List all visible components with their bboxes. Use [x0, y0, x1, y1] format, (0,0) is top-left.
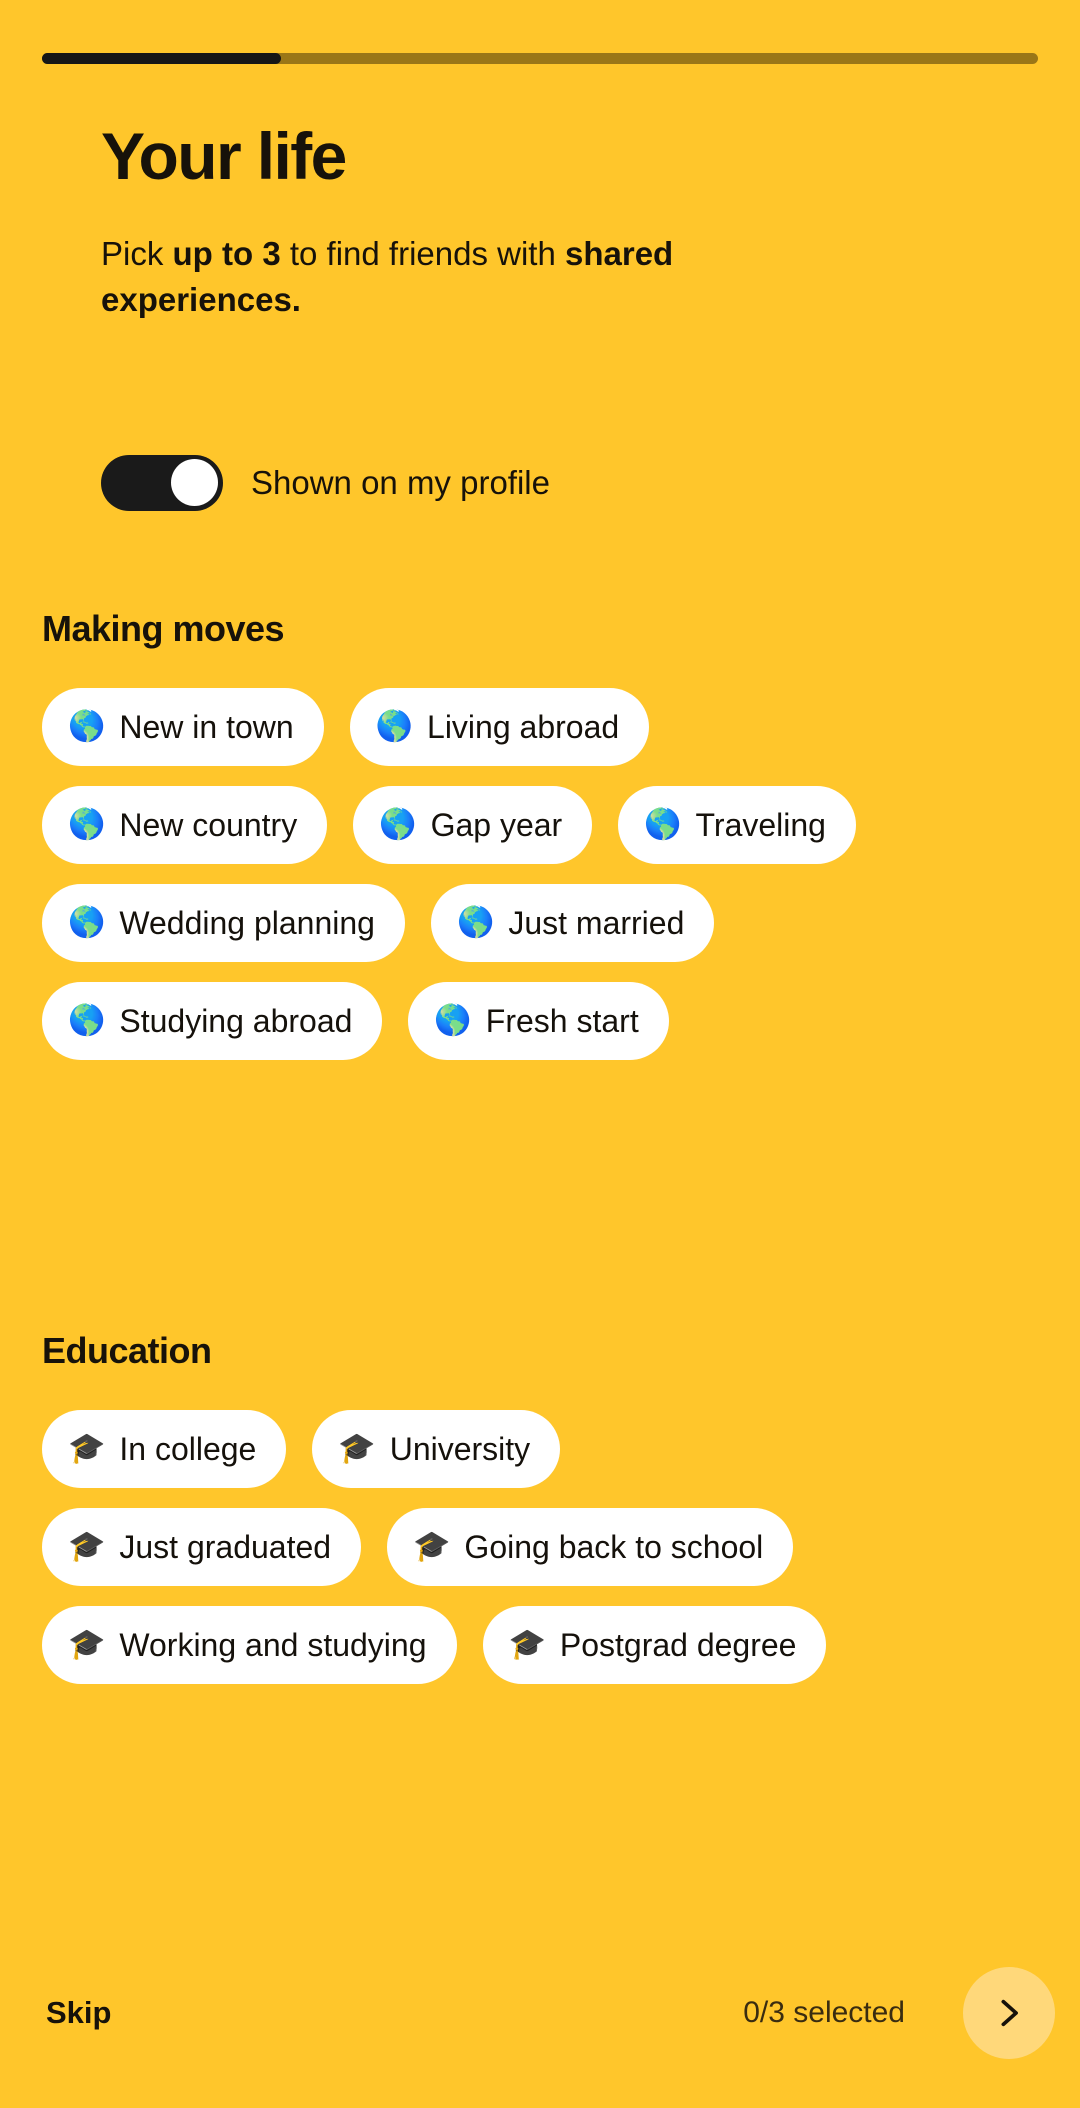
chip-label: Postgrad degree — [559, 1627, 797, 1663]
chip-label: Just graduated — [119, 1529, 332, 1565]
skip-button[interactable]: Skip — [40, 1985, 117, 2041]
chip-label: Wedding planning — [119, 905, 375, 941]
chip-living-abroad[interactable]: 🌎 Living abroad — [349, 688, 650, 766]
chip-studying-abroad[interactable]: 🌎 Studying abroad — [42, 982, 383, 1060]
globe-americas-icon: 🌎 — [68, 1004, 106, 1037]
chip-row: 🎓 Working and studying 🎓 Postgrad degree — [0, 1606, 1080, 1684]
chip-just-married[interactable]: 🌎 Just married — [430, 884, 715, 962]
chip-label: Traveling — [695, 807, 826, 843]
onboarding-progress-bar — [42, 53, 1038, 64]
header: Your life Pick up to 3 to find friends w… — [101, 119, 1040, 322]
shown-on-profile-toggle[interactable] — [101, 455, 223, 511]
selection-counter: 0/3 selected — [743, 1996, 905, 2029]
progress-fill — [42, 53, 282, 64]
chip-row: 🌎 Studying abroad 🌎 Fresh start — [0, 982, 1080, 1060]
chip-label: Studying abroad — [119, 1003, 353, 1039]
chip-new-country[interactable]: 🌎 New country — [42, 786, 328, 864]
chip-traveling[interactable]: 🌎 Traveling — [618, 786, 856, 864]
bottom-bar: Skip 0/3 selected — [0, 1918, 1080, 2108]
section-title-making-moves: Making moves — [42, 608, 285, 649]
section-making-moves: Making moves 🌎 New in town 🌎 Living abro… — [0, 608, 1080, 1060]
chip-wedding-planning[interactable]: 🌎 Wedding planning — [42, 884, 405, 962]
subtitle-text-1: Pick — [101, 235, 173, 273]
shown-on-profile-label: Shown on my profile — [251, 464, 550, 501]
chip-new-in-town[interactable]: 🌎 New in town — [42, 688, 324, 766]
chip-label: In college — [119, 1431, 257, 1467]
page-subtitle: Pick up to 3 to find friends with shared… — [101, 231, 741, 322]
section-title-education: Education — [42, 1330, 212, 1371]
next-button[interactable] — [963, 1967, 1055, 2059]
page-title: Your life — [101, 119, 347, 193]
globe-americas-icon: 🌎 — [456, 906, 495, 939]
globe-americas-icon: 🌎 — [68, 808, 106, 841]
chip-fresh-start[interactable]: 🌎 Fresh start — [408, 982, 669, 1060]
graduation-cap-icon: 🎓 — [508, 1628, 546, 1661]
chip-row: 🌎 New country 🌎 Gap year 🌎 Traveling — [0, 786, 1080, 864]
chip-row: 🌎 New in town 🌎 Living abroad — [0, 688, 1080, 766]
chip-label: Gap year — [430, 807, 563, 843]
globe-americas-icon: 🌎 — [68, 906, 106, 939]
chip-row: 🎓 Just graduated 🎓 Going back to school — [0, 1508, 1080, 1586]
globe-americas-icon: 🌎 — [375, 710, 414, 743]
profile-visibility-row[interactable]: Shown on my profile — [101, 455, 550, 511]
chip-university[interactable]: 🎓 University — [312, 1410, 561, 1488]
subtitle-text-2: to find friends with — [280, 235, 565, 273]
section-education: Education 🎓 In college 🎓 University 🎓 Ju… — [0, 1330, 1080, 1684]
chip-label: Living abroad — [427, 709, 620, 745]
chip-group-education: 🎓 In college 🎓 University 🎓 Just graduat… — [0, 1410, 1080, 1684]
chip-label: Working and studying — [119, 1627, 427, 1663]
chip-label: New in town — [119, 709, 294, 745]
globe-americas-icon: 🌎 — [644, 808, 682, 841]
chip-label: Just married — [508, 905, 685, 941]
toggle-knob — [171, 459, 218, 506]
chip-in-college[interactable]: 🎓 In college — [42, 1410, 287, 1488]
chip-label: University — [389, 1431, 531, 1467]
graduation-cap-icon: 🎓 — [68, 1628, 106, 1661]
chevron-right-icon — [992, 1996, 1026, 2030]
chip-postgrad-degree[interactable]: 🎓 Postgrad degree — [482, 1606, 827, 1684]
graduation-cap-icon: 🎓 — [413, 1530, 451, 1563]
subtitle-emphasis-1: up to 3 — [172, 235, 281, 273]
chip-label: Fresh start — [485, 1003, 639, 1039]
chip-working-and-studying[interactable]: 🎓 Working and studying — [42, 1606, 457, 1684]
chip-gap-year[interactable]: 🌎 Gap year — [353, 786, 593, 864]
chip-going-back-to-school[interactable]: 🎓 Going back to school — [387, 1508, 794, 1586]
globe-americas-icon: 🌎 — [434, 1004, 472, 1037]
graduation-cap-icon: 🎓 — [68, 1432, 106, 1465]
chip-group-making-moves: 🌎 New in town 🌎 Living abroad 🌎 New coun… — [0, 688, 1080, 1060]
globe-americas-icon: 🌎 — [379, 808, 417, 841]
graduation-cap-icon: 🎓 — [68, 1530, 106, 1563]
chip-row: 🎓 In college 🎓 University — [0, 1410, 1080, 1488]
chip-label: New country — [119, 807, 298, 843]
globe-americas-icon: 🌎 — [68, 710, 106, 743]
chip-label: Going back to school — [464, 1529, 764, 1565]
chip-row: 🌎 Wedding planning 🌎 Just married — [0, 884, 1080, 962]
chip-just-graduated[interactable]: 🎓 Just graduated — [42, 1508, 362, 1586]
graduation-cap-icon: 🎓 — [338, 1432, 376, 1465]
